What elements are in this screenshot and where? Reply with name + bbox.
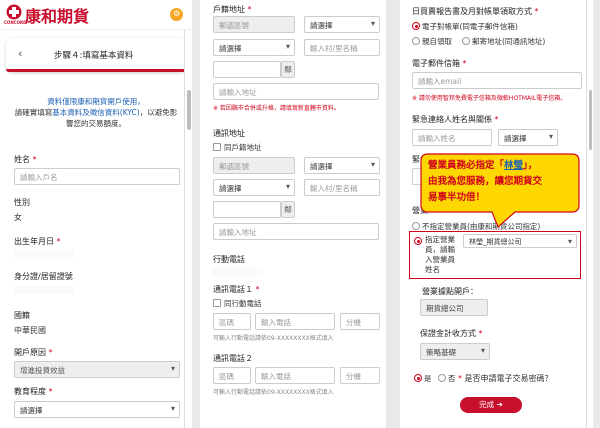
residence-village-input[interactable]: 輸入村/里名稱 (304, 39, 380, 56)
email-label: 電子郵件信箱 * (412, 59, 467, 68)
page-scrollbar[interactable] (184, 30, 192, 428)
residence-district-select[interactable]: 請選擇 (213, 39, 295, 56)
mobile-label: 行動電話 (213, 255, 245, 264)
residence-address-label: 戶籍地址 * (213, 5, 252, 14)
purpose-select[interactable]: 增進投資效益 (14, 361, 180, 378)
phone2-ext-input[interactable]: 分機 (340, 367, 380, 384)
gender-label: 性別 (14, 198, 30, 207)
dob-value-redacted (14, 249, 74, 257)
phone2-hint-format: 請依09-XXXXXXXX格式填入 (255, 389, 334, 396)
residence-neighborhood-input[interactable] (213, 61, 281, 78)
emergency-contact-label: 緊急連絡人姓名與關係 * (412, 115, 499, 124)
step-title: 步驟４:填寫基本資料 (54, 51, 134, 61)
name-label: 姓名 * (14, 155, 37, 164)
guarantee-label: 保證金計收方式 * (420, 329, 483, 338)
residence-city-select[interactable]: 請選擇 (304, 16, 380, 33)
phone1-hint-mobile: 可輸入行動電話 (213, 335, 256, 342)
notice: 資料僅限康和期貨開戶使用， 請確實填寫基本資料及徵信資料(KYC)，以避免影 響… (0, 96, 192, 129)
nationality-label: 國籍 (14, 311, 30, 320)
notice-line3: 響您的交易額度。 (66, 119, 126, 128)
logo-text: 康和期貨 (25, 7, 90, 26)
user-menu-button[interactable]: ⚙ (170, 8, 183, 21)
phone1-hint-format: 請依09-XXXXXXXX格式填入 (255, 335, 334, 342)
phone1-area-input[interactable]: 區碼 (213, 313, 251, 330)
step-progress-bar (6, 69, 186, 72)
finish-button[interactable]: 完成 ➔ (460, 397, 522, 413)
guarantee-select[interactable]: 策略基礎 (420, 343, 490, 360)
password-yes-radio[interactable]: 是 (414, 373, 432, 384)
education-select[interactable]: 請選擇 (14, 401, 180, 418)
notice-line2: 請確實填寫基本資料及徵信資料(KYC)，以避免影 (14, 108, 178, 117)
nationality-value: 中華民國 (14, 326, 46, 335)
gender-value: 女 (14, 213, 22, 222)
scrollbar-thumb[interactable] (187, 90, 191, 130)
emergency-name-input[interactable]: 請輸入姓名 (412, 129, 492, 146)
statement-email-radio[interactable]: 電子對帳單(同電子郵件信箱) (412, 21, 518, 32)
email-input[interactable]: 請輸入email (412, 72, 582, 89)
arrow-right-icon: ➔ (496, 400, 503, 409)
assign-salesperson-box: 指定營業 員，請輸 入營業員 姓名 林瑩_期貨總公司 (409, 231, 581, 279)
mailing-address-label: 通訊地址 (213, 129, 245, 138)
education-label: 教育程度 * (14, 387, 53, 396)
phone2-number-input[interactable]: 輸入電話 (255, 367, 335, 384)
emergency-relation-select[interactable]: 請選擇 (498, 129, 558, 146)
residence-postal-input[interactable]: 郵遞區號 (213, 16, 295, 33)
user-icon: ⚙ (173, 9, 181, 18)
branch-label: 營業據點開戶： (422, 287, 478, 296)
assign-salesperson-label: 指定營業 員，請輸 入營業員 姓名 (425, 235, 455, 274)
basic-info-panel: CONCORD 康和期貨 ⚙ ‹ 步驟４:填寫基本資料 資料僅限康和期貨開戶使用… (0, 0, 192, 428)
id-label: 身分證/居留證號 (14, 272, 73, 281)
name-input[interactable]: 請輸入戶名 (14, 168, 180, 185)
mobile-value-redacted (213, 268, 263, 276)
same-as-mobile-checkbox[interactable]: 同行動電話 (213, 298, 262, 309)
mailing-neighborhood-suffix: 鄰 (281, 201, 295, 218)
address-panel: 戶籍地址 * 郵遞區號 請選擇 請選擇 輸入村/里名稱 鄰 請輸入地址 ※ 若因… (200, 0, 386, 428)
phone1-ext-input[interactable]: 分機 (340, 313, 380, 330)
dob-label: 出生年月日 * (14, 237, 61, 246)
panel3-scrollbar-thumb[interactable] (589, 90, 592, 150)
same-as-residence-checkbox[interactable]: 同戶籍地址 (213, 142, 262, 153)
mailing-village-input[interactable]: 輸入村/里名稱 (304, 179, 380, 196)
residence-address-input[interactable]: 請輸入地址 (213, 83, 379, 100)
statement-method-label: 日買賣報告書及月對帳單領取方式 * (412, 7, 539, 16)
password-question: * 是否申請電子交易密碼？ (458, 374, 553, 383)
statement-pickup-radio[interactable]: 親自領取 (412, 36, 452, 47)
step-header: ‹ 步驟４:填寫基本資料 (6, 38, 186, 72)
id-value-redacted (14, 286, 74, 294)
mailing-city-select[interactable]: 請選擇 (304, 157, 380, 174)
phone2-label: 通訊電話２ (213, 354, 253, 363)
concord-logo-icon (6, 4, 22, 20)
mailing-district-select[interactable]: 請選擇 (213, 179, 295, 196)
branch-value: 期貨總公司 (420, 299, 488, 316)
finish-button-label: 完成 (479, 400, 495, 409)
mailing-neighborhood-input[interactable] (213, 201, 281, 218)
phone1-number-input[interactable]: 輸入電話 (255, 313, 335, 330)
residence-hint: ※ 若因縣市合併或升格，請填寫新直轄市資料。 (213, 105, 340, 112)
callout-name: 林瑩 (504, 160, 524, 171)
statement-mail-radio[interactable]: 郵寄地址(同通訊地址) (462, 36, 545, 47)
phone2-area-input[interactable]: 區碼 (213, 367, 251, 384)
assign-salesperson-radio[interactable] (414, 237, 422, 245)
phone1-label: 通訊電話１ * (213, 285, 260, 294)
purpose-label: 開戶原因 * (14, 348, 53, 357)
password-no-radio[interactable]: 否 (438, 373, 456, 384)
panel3-scrollbar[interactable] (586, 0, 593, 428)
mailing-address-input[interactable]: 請輸入地址 (213, 223, 379, 240)
mailing-postal-input[interactable]: 郵遞區號 (213, 157, 295, 174)
salesperson-select[interactable]: 林瑩_期貨總公司 (463, 234, 577, 248)
phone2-hint-mobile: 可輸入行動電話 (213, 389, 256, 396)
app-header: CONCORD 康和期貨 ⚙ (0, 0, 192, 30)
email-hint: ※ 請勿使用智邦免費電子信箱及微軟HOTMAIL電子信箱。 (412, 95, 567, 102)
callout-text: 營業員務必指定「林瑩」， 由我為您服務，讓您期貨交 易事半功倍！ (428, 160, 543, 203)
salesperson-callout: 營業員務必指定「林瑩」， 由我為您服務，讓您期貨交 易事半功倍！ (420, 153, 580, 228)
neighborhood-suffix: 鄰 (281, 61, 295, 78)
contact-panel: 日買賣報告書及月對帳單領取方式 * 電子對帳單(同電子郵件信箱) 親自領取 郵寄… (400, 0, 593, 428)
notice-line1: 資料僅限康和期貨開戶使用， (47, 97, 145, 106)
back-icon[interactable]: ‹ (18, 47, 22, 60)
logo-sub: CONCORD (4, 20, 27, 25)
